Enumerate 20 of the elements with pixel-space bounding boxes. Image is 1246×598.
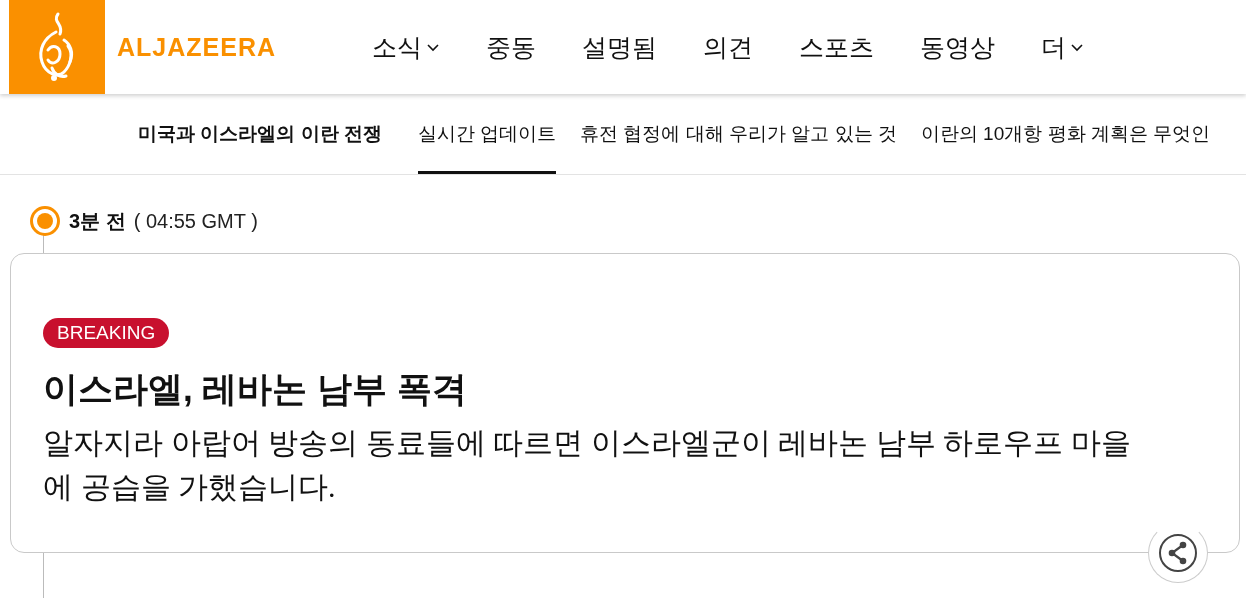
breaking-badge: BREAKING	[43, 318, 170, 348]
share-icon	[1158, 533, 1198, 573]
update-headline: 이스라엘, 레바논 남부 폭격	[43, 368, 468, 410]
update-text: 알자지라 아랍어 방송의 동료들에 따르면 이스라엘군이 레바논 남부 하로우프 마을에 공습을 가했습니다.	[43, 425, 1132, 505]
nav-link[interactable]: 중동	[486, 30, 536, 64]
subnav-tab[interactable]: 이란의 10개항 평화 계획은 무엇인	[920, 94, 1211, 174]
post-age: 3분 전	[69, 208, 126, 234]
nav-link[interactable]: 동영상	[920, 30, 995, 64]
timeline-dot-icon	[29, 205, 61, 237]
nav-link[interactable]: 의견	[703, 30, 753, 64]
subnav-tab[interactable]: 실시간 업데이트	[417, 94, 557, 174]
nav-link[interactable]: 설명됨	[582, 30, 657, 64]
nav-link[interactable]: 더	[1041, 30, 1084, 64]
chevron-down-icon	[1070, 42, 1084, 52]
subnav-tab[interactable]: 휴전 협정에 대해 우리가 알고 있는 것	[580, 94, 897, 174]
chevron-down-icon	[426, 42, 440, 52]
nav-link[interactable]: 소식	[372, 30, 440, 64]
post-time: ( 04:55 GMT )	[133, 209, 258, 233]
section-title: 미국과 이스라엘의 이란 전쟁	[138, 122, 382, 146]
nav-link[interactable]: 스포츠	[799, 30, 874, 64]
